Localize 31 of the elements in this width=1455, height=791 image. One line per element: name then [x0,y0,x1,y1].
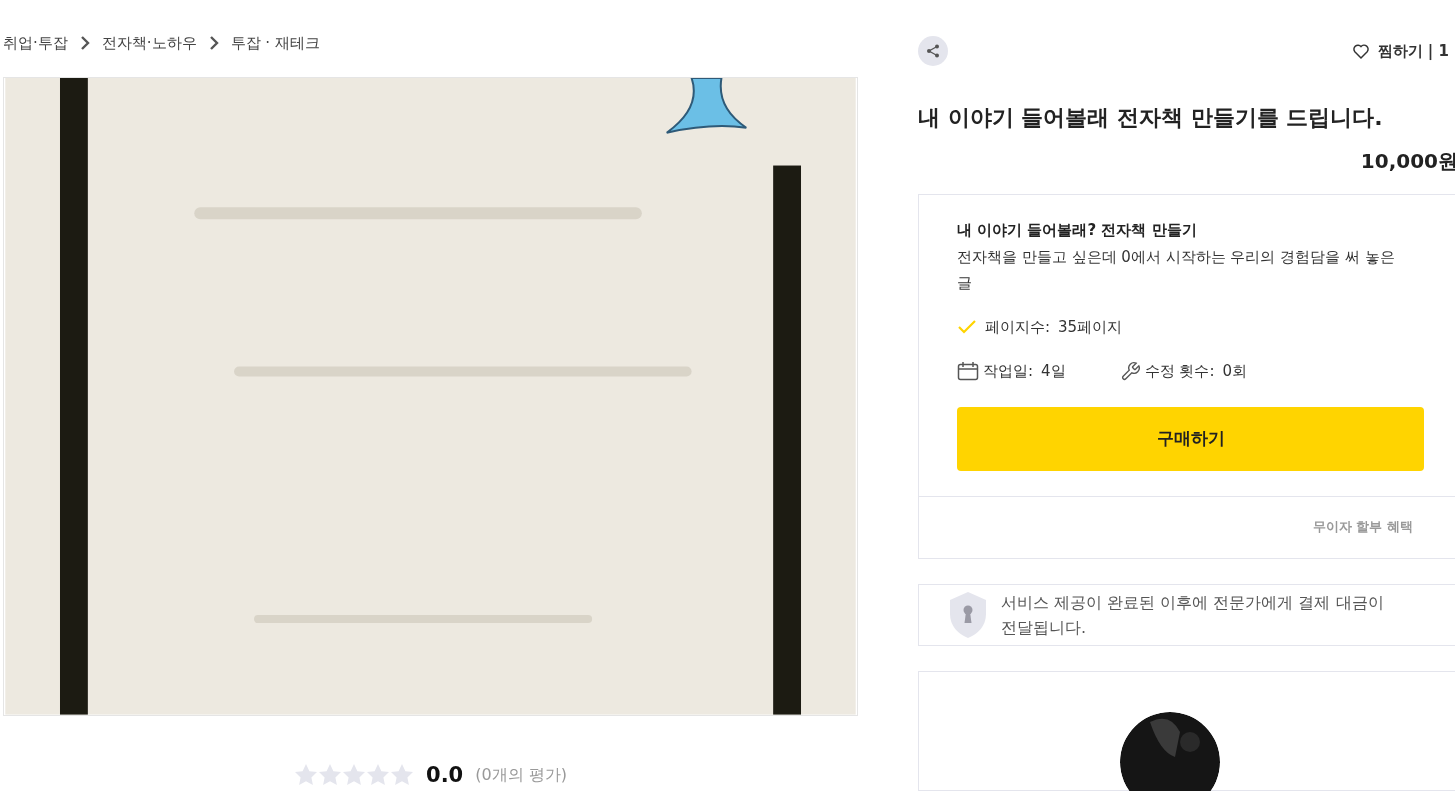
star-icon [294,763,318,788]
chevron-right-icon [79,35,90,50]
wrench-icon [1119,360,1141,382]
heart-icon [1351,43,1370,59]
star-icon [390,763,414,788]
breadcrumb-link[interactable]: 취업·투잡 [3,31,68,55]
chevron-right-icon [208,35,219,50]
meta-label: 수정 횟수: [1144,361,1215,382]
breadcrumb-link[interactable]: 전자책·노하우 [101,31,197,55]
meta-value: 4일 [1041,361,1066,382]
package-description: 전자책을 만들고 싶은데 0에서 시작하는 우리의 경험담을 써 놓은 글 [957,246,1396,294]
star-icon [318,763,342,788]
meta-value: 0회 [1222,361,1247,382]
rating-score: 0.0 [426,761,464,789]
spec-label: 페이지수: [985,316,1051,338]
breadcrumb-link[interactable]: 투잡 · 재테크 [230,31,320,55]
check-icon [957,318,977,335]
package-name: 내 이야기 들어볼래? 전자책 만들기 [957,220,1198,241]
share-button[interactable] [918,36,948,66]
wish-button[interactable]: 찜하기 | 1 [1351,39,1449,63]
buy-button[interactable]: 구매하기 [957,406,1424,471]
share-icon [926,44,940,58]
notice-text: 서비스 제공이 완료된 이후에 전문가에게 결제 대금이 전달됩니다. [1001,591,1385,639]
review-count: (0개의 평가) [475,764,567,787]
calendar-icon [957,361,979,382]
product-title: 내 이야기 들어볼래 전자책 만들기를 드립니다. [918,104,1384,132]
star-icon [342,763,366,788]
spec-value: 35페이지 [1058,316,1123,338]
star-icon [366,763,390,788]
shield-lock-icon [949,590,987,639]
meta-label: 작업일: [983,361,1034,382]
